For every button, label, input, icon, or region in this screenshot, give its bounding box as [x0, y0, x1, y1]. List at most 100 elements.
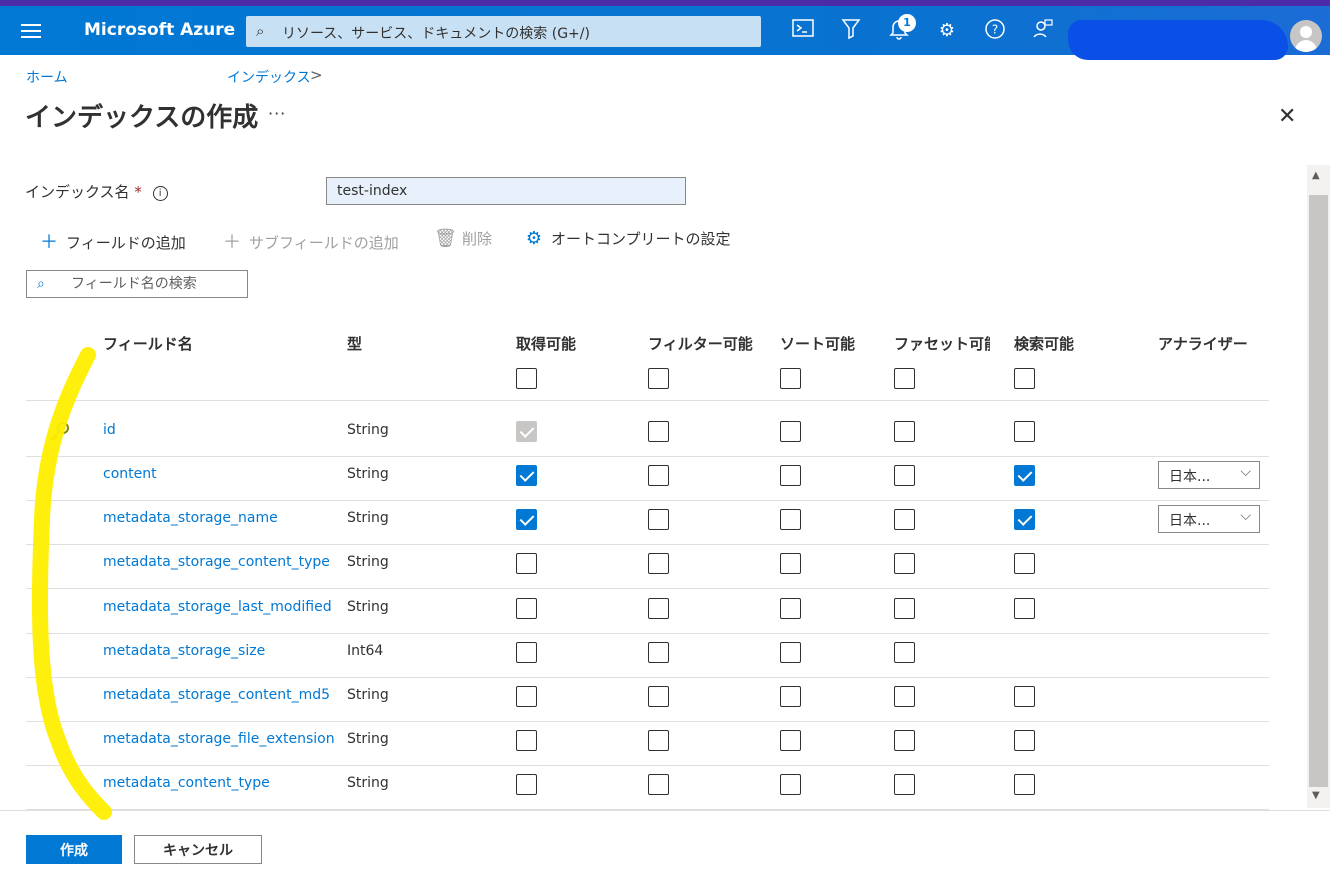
- field-name-link[interactable]: metadata_content_type: [103, 775, 270, 791]
- retrievable-checkbox[interactable]: [516, 598, 537, 619]
- add-subfield-label: サブフィールドの追加: [249, 234, 399, 252]
- close-icon[interactable]: ✕: [1278, 104, 1296, 129]
- retrievable-checkbox[interactable]: [516, 774, 537, 795]
- field-name-link[interactable]: metadata_storage_file_extension: [103, 731, 335, 747]
- filterable-checkbox[interactable]: [648, 774, 669, 795]
- sortable-checkbox[interactable]: [780, 465, 801, 486]
- filterable-checkbox[interactable]: [648, 686, 669, 707]
- searchable-checkbox[interactable]: [1014, 465, 1035, 486]
- facetable-checkbox[interactable]: [894, 509, 915, 530]
- field-name-link[interactable]: metadata_storage_content_md5: [103, 687, 330, 703]
- global-search-box[interactable]: ⌕ リソース、サービス、ドキュメントの検索 (G+/): [246, 16, 761, 47]
- directory-filter-icon[interactable]: [838, 18, 864, 44]
- chevron-down-icon: ⌵: [1240, 508, 1251, 524]
- scroll-up-icon[interactable]: ▲: [1312, 170, 1320, 181]
- retrievable-checkbox[interactable]: [516, 730, 537, 751]
- searchable-checkbox[interactable]: [1014, 686, 1035, 707]
- retrievable-checkbox: [516, 421, 537, 442]
- sortable-checkbox[interactable]: [780, 598, 801, 619]
- scroll-down-icon[interactable]: ▼: [1312, 790, 1320, 801]
- facetable-checkbox[interactable]: [894, 553, 915, 574]
- field-type: Int64: [347, 643, 384, 659]
- facetable-checkbox[interactable]: [894, 774, 915, 795]
- delete-button[interactable]: 🗑 削除: [434, 228, 492, 249]
- searchable-checkbox[interactable]: [1014, 774, 1035, 795]
- filterable-checkbox[interactable]: [648, 421, 669, 442]
- global-search-placeholder[interactable]: リソース、サービス、ドキュメントの検索 (G+/): [282, 23, 590, 43]
- hamburger-menu-icon[interactable]: [21, 24, 41, 38]
- filterable-checkbox[interactable]: [648, 509, 669, 530]
- row-divider: [26, 588, 1269, 589]
- retrievable-checkbox[interactable]: [516, 553, 537, 574]
- add-subfield-button[interactable]: ＋ サブフィールドの追加: [221, 228, 399, 254]
- select-all-filterable-checkbox[interactable]: [648, 368, 669, 389]
- index-name-input[interactable]: [326, 177, 686, 205]
- row-divider: [26, 765, 1269, 766]
- breadcrumb-home[interactable]: ホーム: [26, 67, 68, 87]
- sortable-checkbox[interactable]: [780, 774, 801, 795]
- sortable-checkbox[interactable]: [780, 553, 801, 574]
- analyzer-value: 日本...: [1169, 513, 1211, 529]
- searchable-checkbox[interactable]: [1014, 598, 1035, 619]
- field-name-link[interactable]: metadata_storage_last_modified: [103, 599, 332, 615]
- filterable-checkbox[interactable]: [648, 642, 669, 663]
- searchable-checkbox[interactable]: [1014, 553, 1035, 574]
- sortable-checkbox[interactable]: [780, 642, 801, 663]
- filterable-checkbox[interactable]: [648, 553, 669, 574]
- field-name-link[interactable]: metadata_storage_content_type: [103, 554, 330, 570]
- retrievable-checkbox[interactable]: [516, 509, 537, 530]
- field-name-link[interactable]: id: [103, 422, 116, 438]
- cloud-shell-icon[interactable]: [790, 18, 816, 44]
- sortable-checkbox[interactable]: [780, 509, 801, 530]
- more-options-icon[interactable]: ···: [268, 104, 286, 123]
- field-name-link[interactable]: metadata_storage_size: [103, 643, 265, 659]
- facetable-checkbox[interactable]: [894, 598, 915, 619]
- add-field-button[interactable]: ＋ フィールドの追加: [38, 228, 186, 254]
- row-divider: [26, 456, 1269, 457]
- top-navigation-bar: Microsoft Azure ⌕ リソース、サービス、ドキュメントの検索 (G…: [0, 0, 1330, 60]
- select-all-retrievable-checkbox[interactable]: [516, 368, 537, 389]
- sortable-checkbox[interactable]: [780, 686, 801, 707]
- key-icon: [48, 420, 72, 449]
- scrollbar-thumb[interactable]: [1309, 195, 1328, 787]
- required-marker: *: [134, 183, 142, 201]
- facetable-checkbox[interactable]: [894, 686, 915, 707]
- searchable-checkbox[interactable]: [1014, 730, 1035, 751]
- cancel-button[interactable]: キャンセル: [134, 835, 262, 864]
- brand-title[interactable]: Microsoft Azure: [84, 20, 235, 40]
- analyzer-dropdown[interactable]: 日本... ⌵: [1158, 505, 1260, 533]
- field-name-link[interactable]: metadata_storage_name: [103, 510, 278, 526]
- select-all-facetable-checkbox[interactable]: [894, 368, 915, 389]
- select-all-searchable-checkbox[interactable]: [1014, 368, 1035, 389]
- user-avatar[interactable]: [1290, 20, 1322, 52]
- sortable-checkbox[interactable]: [780, 421, 801, 442]
- searchable-checkbox[interactable]: [1014, 421, 1035, 442]
- create-button[interactable]: 作成: [26, 835, 122, 864]
- field-search-input[interactable]: [71, 275, 241, 293]
- page-title: インデックスの作成: [25, 103, 259, 133]
- facetable-checkbox[interactable]: [894, 465, 915, 486]
- facetable-checkbox[interactable]: [894, 421, 915, 442]
- retrievable-checkbox[interactable]: [516, 642, 537, 663]
- searchable-checkbox[interactable]: [1014, 509, 1035, 530]
- feedback-icon[interactable]: [1030, 18, 1056, 44]
- breadcrumb-indexes[interactable]: インデックス: [227, 67, 311, 87]
- facetable-checkbox[interactable]: [894, 730, 915, 751]
- field-search-box[interactable]: ⌕: [26, 270, 248, 298]
- help-icon[interactable]: ?: [982, 18, 1008, 44]
- row-divider: [26, 721, 1269, 722]
- filterable-checkbox[interactable]: [648, 465, 669, 486]
- settings-icon[interactable]: ⚙: [934, 18, 960, 44]
- filterable-checkbox[interactable]: [648, 730, 669, 751]
- analyzer-dropdown[interactable]: 日本... ⌵: [1158, 461, 1260, 489]
- svg-text:?: ?: [992, 23, 998, 37]
- info-icon[interactable]: i: [152, 186, 168, 201]
- retrievable-checkbox[interactable]: [516, 686, 537, 707]
- field-name-link[interactable]: content: [103, 466, 157, 482]
- filterable-checkbox[interactable]: [648, 598, 669, 619]
- autocomplete-settings-button[interactable]: ⚙ オートコンプリートの設定: [523, 228, 731, 249]
- sortable-checkbox[interactable]: [780, 730, 801, 751]
- facetable-checkbox[interactable]: [894, 642, 915, 663]
- retrievable-checkbox[interactable]: [516, 465, 537, 486]
- select-all-sortable-checkbox[interactable]: [780, 368, 801, 389]
